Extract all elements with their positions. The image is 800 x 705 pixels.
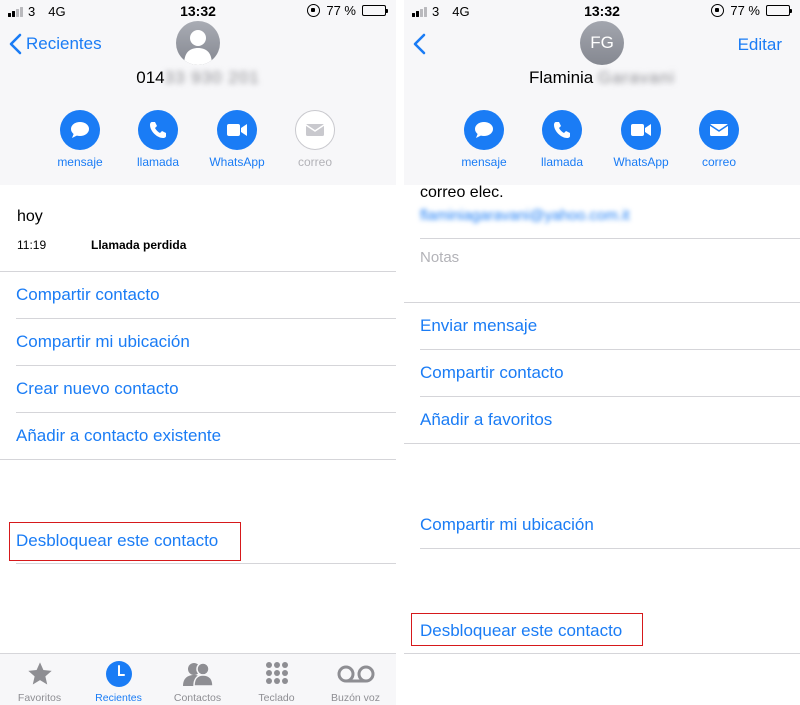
battery-percent: 77 % (730, 3, 760, 18)
divider (0, 271, 396, 272)
tab-teclado[interactable]: Teclado (237, 659, 316, 704)
call-type: Llamada perdida (91, 238, 187, 252)
avatar (176, 21, 220, 65)
contact-detail-panel: 3 4G 13:32 77 % Editar FG Flaminia Garav… (404, 0, 800, 705)
call-time: 11:19 (17, 238, 47, 252)
unblock-contact-button[interactable]: Desbloquear este contacto (420, 621, 622, 641)
person-silhouette-icon (184, 30, 212, 65)
divider (404, 653, 800, 654)
email-value[interactable]: flaminiagaravani@yahoo.com.it (420, 207, 630, 224)
phone-icon (150, 122, 166, 138)
back-button-label: Recientes (26, 34, 102, 53)
send-message-option[interactable]: Enviar mensaje (420, 316, 537, 336)
divider (16, 563, 396, 564)
contact-name: Flaminia Garavani (529, 68, 675, 87)
add-to-existing-contact-option[interactable]: Añadir a contacto existente (16, 426, 221, 446)
mail-action-button: correo (275, 110, 355, 169)
video-icon (631, 124, 651, 136)
rotation-lock-icon (711, 4, 725, 17)
mail-icon (305, 124, 325, 136)
battery-icon (766, 5, 792, 16)
contact-header: 3 4G 13:32 77 % Recientes 01433 930 201 (0, 0, 396, 185)
back-button[interactable]: Recientes (8, 33, 102, 55)
unblock-contact-button[interactable]: Desbloquear este contacto (16, 531, 218, 551)
divider (404, 443, 800, 444)
contacts-icon (182, 662, 214, 687)
redacted-number: 33 930 201 (164, 68, 260, 87)
divider (16, 365, 396, 366)
battery-icon (362, 5, 388, 16)
notes-field[interactable]: Notas (420, 249, 459, 266)
contact-header: 3 4G 13:32 77 % Editar FG Flaminia Garav… (404, 0, 800, 185)
whatsapp-video-action-button[interactable]: WhatsApp (197, 110, 277, 169)
contact-phone-number: 01433 930 201 (136, 68, 260, 87)
message-icon (475, 122, 493, 138)
recent-call-detail-panel: 3 4G 13:32 77 % Recientes 01433 930 201 (0, 0, 396, 705)
status-bar: 3 4G 13:32 77 % (404, 0, 800, 22)
video-icon (227, 124, 247, 136)
call-action-button[interactable]: llamada (118, 110, 198, 169)
back-button[interactable] (412, 33, 430, 55)
share-contact-option[interactable]: Compartir contacto (16, 285, 160, 305)
divider (420, 548, 800, 549)
share-location-option[interactable]: Compartir mi ubicación (420, 515, 594, 535)
mail-action-button[interactable]: correo (679, 110, 759, 169)
clock-icon (105, 661, 132, 687)
add-to-favorites-option[interactable]: Añadir a favoritos (420, 410, 552, 430)
panel-gutter (396, 0, 404, 705)
avatar: FG (580, 21, 624, 65)
tab-recientes[interactable]: Recientes (79, 659, 158, 704)
tab-buzon-voz[interactable]: Buzón voz (316, 659, 395, 704)
whatsapp-video-action-button[interactable]: WhatsApp (601, 110, 681, 169)
star-icon (27, 662, 52, 685)
voicemail-icon (337, 665, 374, 683)
status-bar: 3 4G 13:32 77 % (0, 0, 396, 22)
divider (16, 412, 396, 413)
battery-percent: 77 % (326, 3, 356, 18)
email-label: correo elec. (420, 184, 504, 201)
message-action-button[interactable]: mensaje (40, 110, 120, 169)
create-contact-option[interactable]: Crear nuevo contacto (16, 379, 179, 399)
keypad-icon (265, 662, 288, 684)
chevron-left-icon (9, 33, 22, 55)
redacted-last-name: Garavani (598, 68, 675, 87)
chevron-left-icon (413, 33, 426, 55)
message-action-button[interactable]: mensaje (444, 110, 524, 169)
rotation-lock-icon (307, 4, 321, 17)
share-location-option[interactable]: Compartir mi ubicación (16, 332, 190, 352)
mail-icon (709, 124, 729, 136)
tab-contactos[interactable]: Contactos (158, 659, 237, 704)
divider (420, 238, 800, 239)
message-icon (71, 122, 89, 138)
divider (404, 302, 800, 303)
call-action-button[interactable]: llamada (522, 110, 602, 169)
phone-icon (554, 122, 570, 138)
call-day: hoy (17, 208, 43, 225)
tab-favoritos[interactable]: Favoritos (0, 659, 79, 704)
tab-bar: Favoritos Recientes Contactos Teclado Bu… (0, 653, 396, 705)
divider (420, 396, 800, 397)
divider (0, 459, 396, 460)
edit-button[interactable]: Editar (738, 35, 782, 55)
divider (16, 318, 396, 319)
share-contact-option[interactable]: Compartir contacto (420, 363, 564, 383)
divider (420, 349, 800, 350)
